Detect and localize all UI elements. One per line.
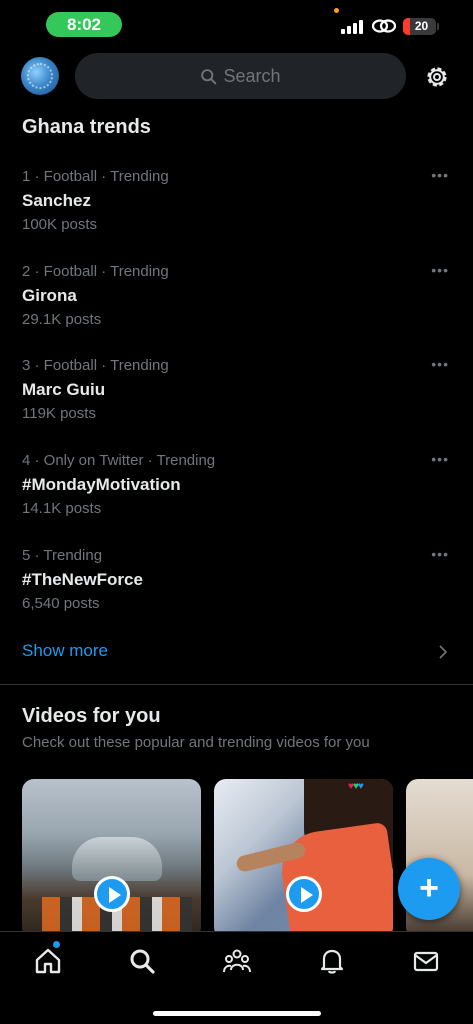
hearts-emoji: ♥♥♥: [348, 781, 364, 792]
trend-post-count: 100K posts: [22, 216, 98, 233]
more-horizontal-icon[interactable]: •••: [431, 452, 449, 466]
tab-explore[interactable]: [127, 946, 157, 976]
videos-title: Videos for you: [22, 705, 161, 727]
more-horizontal-icon[interactable]: •••: [431, 357, 449, 371]
trend-name: Girona: [22, 286, 77, 305]
trend-name: #MondayMotivation: [22, 475, 181, 494]
video-thumbnail[interactable]: [22, 779, 201, 939]
more-horizontal-icon[interactable]: •••: [431, 263, 449, 277]
trend-meta: 5 · Trending: [22, 547, 103, 564]
status-time: 8:02: [46, 12, 122, 37]
trend-name: Marc Guiu: [22, 380, 106, 399]
tab-home[interactable]: [33, 946, 63, 976]
link-icon: [371, 19, 397, 33]
trend-post-count: 119K posts: [22, 405, 96, 422]
bell-icon: [320, 949, 344, 974]
battery-tip: [437, 23, 439, 30]
trend-item[interactable]: 2 · Football · Trending Girona 29.1K pos…: [22, 262, 452, 352]
home-unread-dot: [53, 941, 60, 948]
trend-meta: 2 · Football · Trending: [22, 263, 169, 280]
thumbnail-image: [72, 837, 162, 881]
play-icon[interactable]: [94, 876, 130, 912]
home-icon: [35, 948, 61, 974]
trend-meta: 4 · Only on Twitter · Trending: [22, 452, 216, 469]
compose-button[interactable]: +: [398, 858, 460, 920]
search-icon: [130, 949, 155, 974]
trends-title: Ghana trends: [22, 116, 151, 138]
people-icon: [223, 949, 251, 973]
divider: [0, 684, 473, 685]
more-horizontal-icon[interactable]: •••: [431, 547, 449, 561]
videos-subtitle: Check out these popular and trending vid…: [22, 734, 370, 751]
plus-icon: +: [419, 869, 439, 907]
trend-meta: 1 · Football · Trending: [22, 168, 169, 185]
trend-item[interactable]: 3 · Football · Trending Marc Guiu 119K p…: [22, 356, 452, 446]
trend-name: #TheNewForce: [22, 570, 143, 589]
play-icon[interactable]: [286, 876, 322, 912]
cellular-signal-icon: [341, 20, 363, 34]
trend-post-count: 6,540 posts: [22, 595, 100, 612]
privacy-indicator: [334, 8, 339, 13]
show-more-link[interactable]: Show more: [22, 641, 108, 661]
video-thumbnail[interactable]: ♥♥♥: [214, 779, 393, 939]
battery-level: 20: [414, 19, 429, 33]
trend-meta: 3 · Football · Trending: [22, 357, 169, 374]
battery-icon: 20: [403, 18, 436, 35]
tab-communities[interactable]: [222, 946, 252, 976]
chevron-right-icon: [439, 645, 448, 659]
status-bar: 8:02 20: [0, 0, 473, 48]
trend-name: Sanchez: [22, 191, 91, 210]
search-icon: [201, 68, 217, 84]
gear-icon[interactable]: [423, 63, 451, 91]
search-input[interactable]: Search: [75, 53, 406, 99]
tab-messages[interactable]: [411, 946, 441, 976]
trend-post-count: 14.1K posts: [22, 500, 102, 517]
trend-item[interactable]: 5 · Trending #TheNewForce 6,540 posts ••…: [22, 546, 452, 636]
more-horizontal-icon[interactable]: •••: [431, 168, 449, 182]
home-indicator: [153, 1011, 321, 1016]
trend-item[interactable]: 4 · Only on Twitter · Trending #MondayMo…: [22, 451, 452, 541]
search-placeholder: Search: [223, 65, 281, 86]
trend-post-count: 29.1K posts: [22, 311, 102, 328]
avatar[interactable]: [21, 57, 59, 95]
trend-item[interactable]: 1 · Football · Trending Sanchez 100K pos…: [22, 167, 452, 257]
mail-icon: [413, 951, 439, 972]
tab-notifications[interactable]: [317, 946, 347, 976]
